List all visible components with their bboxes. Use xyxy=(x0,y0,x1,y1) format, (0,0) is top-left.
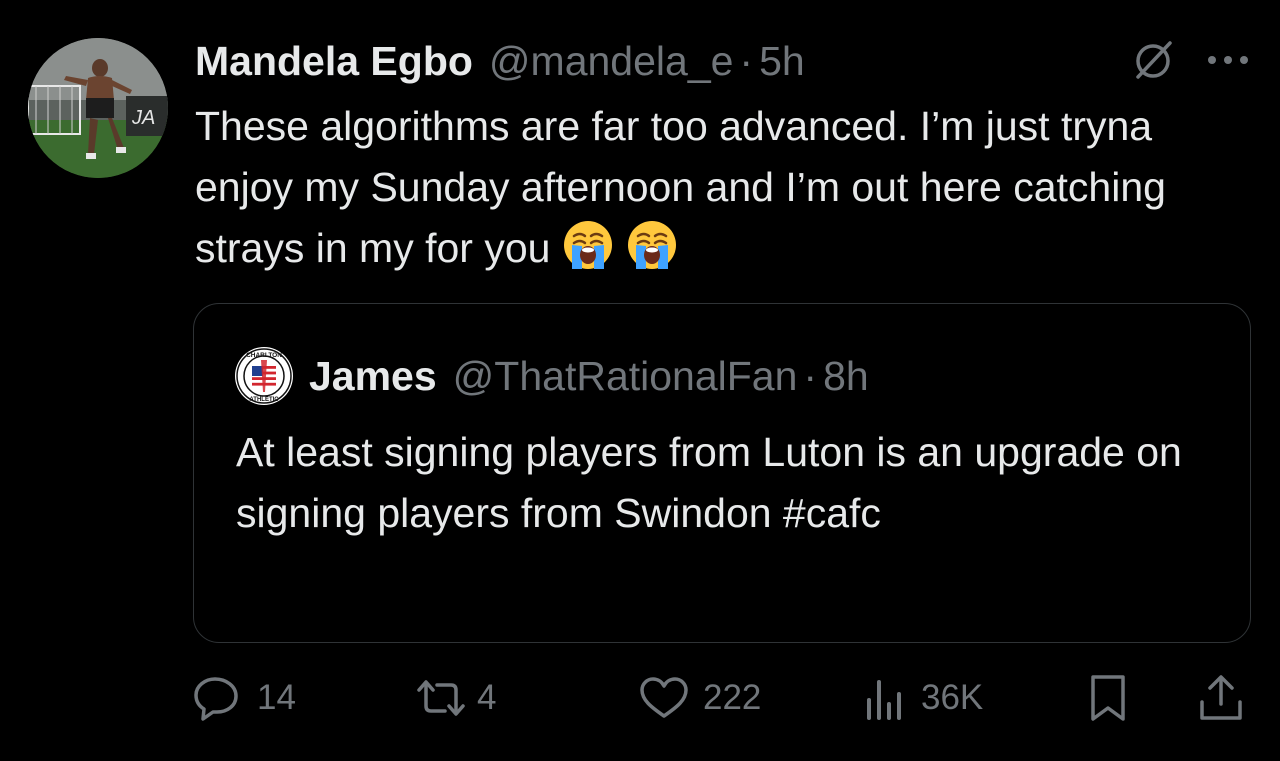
views-count: 36K xyxy=(921,678,984,717)
retweet-count: 4 xyxy=(477,678,497,717)
quoted-tweet-time[interactable]: 8h xyxy=(823,350,869,402)
tweet-text-content: These algorithms are far too advanced. I… xyxy=(195,103,1178,271)
reply-count: 14 xyxy=(257,678,296,717)
author-name[interactable]: Mandela Egbo xyxy=(195,36,473,86)
like-button[interactable]: 222 xyxy=(639,670,761,726)
tweet-header: Mandela Egbo @mandela_e · 5h xyxy=(195,36,805,86)
quoted-tweet-header: James @ThatRationalFan · 8h xyxy=(309,350,869,402)
mute-slash-icon[interactable] xyxy=(1130,37,1176,83)
author-handle[interactable]: @mandela_e xyxy=(489,36,734,86)
quoted-author-avatar[interactable]: CHARLTON ATHLETIC xyxy=(234,346,294,406)
bookmark-button[interactable] xyxy=(1088,670,1128,726)
like-count: 222 xyxy=(703,678,762,717)
share-icon xyxy=(1200,675,1242,720)
bookmark-icon xyxy=(1091,675,1125,721)
header-actions xyxy=(1130,38,1250,82)
quoted-tweet-text: At least signing players from Luton is a… xyxy=(236,429,1194,536)
share-button[interactable] xyxy=(1198,670,1244,726)
retweet-icon xyxy=(417,680,465,716)
quoted-separator-dot: · xyxy=(803,353,818,399)
views-chart-icon xyxy=(867,680,901,720)
separator-dot: · xyxy=(739,38,754,84)
quoted-tweet-card[interactable]: CHARLTON ATHLETIC James @ThatRationalFan… xyxy=(193,303,1251,643)
tweet-text: These algorithms are far too advanced. I… xyxy=(195,96,1245,279)
badge-bottom-text: ATHLETIC xyxy=(249,397,279,403)
reply-button[interactable]: 14 xyxy=(193,670,296,726)
badge-top-text: CHARLTON xyxy=(246,352,282,359)
tweet-time[interactable]: 5h xyxy=(759,36,805,86)
loudly-crying-face-icon xyxy=(626,219,678,271)
loudly-crying-face-icon xyxy=(562,219,614,271)
more-icon[interactable] xyxy=(1206,54,1250,66)
heart-icon xyxy=(640,677,688,718)
views-button[interactable]: 36K xyxy=(863,670,983,726)
quoted-author-name[interactable]: James xyxy=(309,350,437,402)
avatar-logo-text: JA xyxy=(131,107,155,129)
tweet-action-bar: 14 4 222 36K xyxy=(193,670,1253,726)
retweet-button[interactable]: 4 xyxy=(415,670,496,726)
author-avatar[interactable]: JA xyxy=(28,38,168,178)
reply-icon xyxy=(194,677,238,721)
quoted-author-handle[interactable]: @ThatRationalFan xyxy=(453,350,798,402)
